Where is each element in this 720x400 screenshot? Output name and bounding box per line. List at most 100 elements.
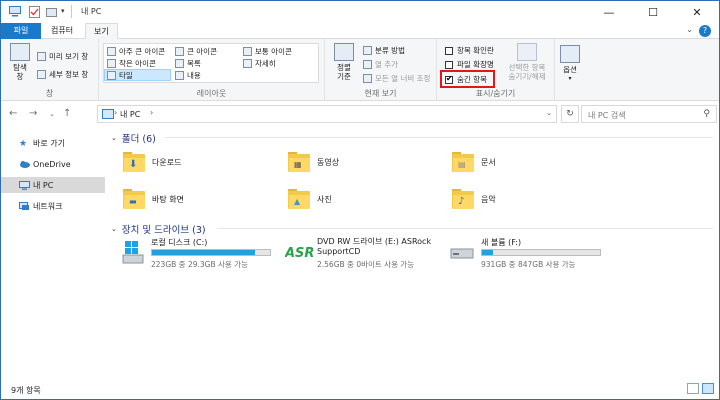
sidebar-item-onedrive[interactable]: OneDrive (1, 156, 105, 172)
layout-extra-large-icons[interactable]: 아주 큰 아이콘 (107, 46, 165, 57)
item-checkboxes-toggle[interactable]: 항목 확인란 (445, 45, 494, 56)
search-placeholder: 내 PC 검색 (588, 111, 626, 120)
drives-section-title: 장치 및 드라이브 (3) (121, 225, 206, 236)
sidebar-item-label: 내 PC (33, 180, 54, 190)
fit-columns-icon (363, 74, 372, 83)
folder-item[interactable]: ⬇ 다운로드 (123, 147, 181, 177)
folder-item[interactable]: ▤ 문서 (452, 147, 496, 177)
preview-pane-label: 미리 보기 창 (49, 52, 89, 61)
sidebar-item-quick-access[interactable]: ★ 바로 가기 (1, 135, 105, 151)
extra-large-icons-icon (107, 47, 116, 56)
star-icon: ★ (19, 138, 28, 149)
group-by-button[interactable]: 분류 방법 (363, 45, 405, 56)
address-dropdown-icon[interactable]: ⌄ (546, 109, 552, 117)
drive-item[interactable]: 새 볼륨 (F:) 931GB 중 847GB 사용 가능 (449, 237, 609, 273)
layout-small-icons[interactable]: 작은 아이콘 (107, 58, 156, 69)
tab-view[interactable]: 보기 (85, 23, 118, 40)
folder-label: 문서 (481, 157, 496, 167)
layout-option-label: 보통 아이콘 (255, 47, 292, 56)
sidebar-item-network[interactable]: 네트워크 (1, 198, 105, 214)
item-checkboxes-checkbox[interactable] (445, 46, 453, 55)
folders-section-header[interactable]: ⌄ 폴더 (6) (111, 131, 156, 145)
close-button[interactable]: ✕ (675, 1, 719, 23)
drive-free-space: 2.56GB 중 0바이트 사용 가능 (317, 260, 415, 269)
layout-option-label: 자세히 (255, 59, 276, 68)
layout-details[interactable]: 자세히 (243, 58, 276, 69)
search-input[interactable]: 내 PC 검색 ⚲ (581, 105, 717, 123)
content-icon (175, 71, 184, 80)
hide-selected-button[interactable]: 선택한 항목 숨기기/해제 (503, 43, 551, 81)
options-icon (560, 45, 580, 63)
pane-group-label: 창 (45, 89, 54, 98)
cloud-icon (19, 160, 30, 169)
options-button[interactable]: 옵션 ▾ (557, 45, 583, 83)
drive-usage-bar (151, 249, 271, 256)
hidden-items-checkbox[interactable] (445, 74, 453, 84)
item-checkboxes-label: 항목 확인란 (457, 46, 494, 55)
preview-pane-button[interactable]: 미리 보기 창 (37, 51, 88, 62)
tab-file[interactable]: 파일 (1, 23, 41, 39)
drive-item[interactable]: 로컬 디스크 (C:) 223GB 중 29.3GB 사용 가능 (119, 237, 279, 273)
breadcrumb-this-pc[interactable]: 내 PC (120, 109, 140, 120)
sort-by-button[interactable]: 정렬 기준 (329, 43, 359, 81)
details-pane-button[interactable]: 세부 정보 창 (37, 69, 88, 80)
desktop-folder-icon: ▬ (123, 189, 145, 209)
medium-icons-icon (243, 47, 252, 56)
address-bar[interactable]: › 내 PC › ⌄ (97, 105, 557, 123)
folder-item[interactable]: ♪ 음악 (452, 184, 496, 214)
hidden-items-toggle[interactable]: 숨긴 항목 (445, 74, 487, 85)
new-folder-icon[interactable] (46, 6, 58, 18)
add-column-button[interactable]: 열 추가 (363, 59, 398, 70)
collapse-ribbon-icon[interactable]: ⌄ (686, 25, 693, 34)
drives-section-header[interactable]: ⌄ 장치 및 드라이브 (3) (111, 222, 206, 236)
navigation-pane-button[interactable]: 탐색 창 (7, 43, 33, 81)
drive-item[interactable]: ASR DVD RW 드라이브 (E:) ASRock SupportCD 2.… (284, 237, 455, 273)
computer-icon (9, 6, 21, 18)
large-icons-view-icon[interactable] (702, 383, 714, 394)
layout-tiles[interactable]: 타일 (107, 70, 133, 81)
layout-content[interactable]: 내용 (175, 70, 201, 81)
folder-item[interactable]: ▬ 바탕 화면 (123, 184, 184, 214)
layout-large-icons[interactable]: 큰 아이콘 (175, 46, 217, 57)
layout-medium-icons[interactable]: 보통 아이콘 (243, 46, 292, 57)
file-extensions-checkbox[interactable] (445, 60, 453, 69)
forward-arrow-icon[interactable]: → (29, 108, 37, 119)
navigation-pane-label: 탐색 창 (13, 63, 27, 81)
drive-name: 로컬 디스크 (C:) (151, 238, 208, 247)
folders-section-title: 폴더 (6) (121, 134, 156, 145)
layout-list[interactable]: 목록 (175, 58, 201, 69)
details-icon (243, 59, 252, 68)
status-bar: 9개 항목 (1, 379, 719, 399)
recent-dropdown-icon[interactable]: ⌄ (49, 110, 55, 118)
network-icon (19, 201, 29, 211)
folder-label: 바탕 화면 (152, 194, 184, 204)
videos-folder-icon: ▦ (288, 152, 310, 172)
drive-usage-fill (152, 250, 255, 255)
fit-columns-button[interactable]: 모든 열 너비 조정 (363, 73, 430, 84)
sidebar-item-this-pc[interactable]: 내 PC (1, 177, 105, 193)
chevron-right-icon[interactable]: › (150, 108, 153, 117)
minimize-button[interactable]: — (587, 1, 631, 23)
hide-selected-icon (517, 43, 537, 61)
drive-usage-bar (481, 249, 601, 256)
folder-item[interactable]: ▲ 사진 (288, 184, 332, 214)
add-column-icon (363, 60, 372, 69)
details-view-icon[interactable] (687, 383, 699, 394)
quick-access-dropdown-icon[interactable]: ▾ (61, 7, 69, 19)
folder-label: 동영상 (317, 157, 340, 167)
ribbon-tabs: 파일 컴퓨터 보기 ⌄ ? (1, 23, 719, 40)
address-row: ← → ⌄ ↑ › 내 PC › ⌄ ↻ 내 PC 검색 ⚲ (1, 101, 719, 127)
file-extensions-toggle[interactable]: 파일 확장명 (445, 59, 494, 70)
drive-usage-fill (482, 250, 493, 255)
group-by-label: 분류 방법 (375, 46, 405, 55)
refresh-button[interactable]: ↻ (561, 105, 579, 123)
properties-icon[interactable] (29, 6, 41, 18)
help-icon[interactable]: ? (699, 25, 711, 37)
maximize-button[interactable]: ☐ (631, 1, 675, 23)
ribbon: 탐색 창 미리 보기 창 세부 정보 창 창 레이아웃 아주 큰 아이콘 큰 아… (1, 39, 719, 101)
file-extensions-label: 파일 확장명 (457, 60, 494, 69)
back-arrow-icon[interactable]: ← (9, 108, 17, 119)
up-arrow-icon[interactable]: ↑ (63, 108, 71, 119)
folder-item[interactable]: ▦ 동영상 (288, 147, 339, 177)
tab-computer[interactable]: 컴퓨터 (43, 23, 81, 39)
